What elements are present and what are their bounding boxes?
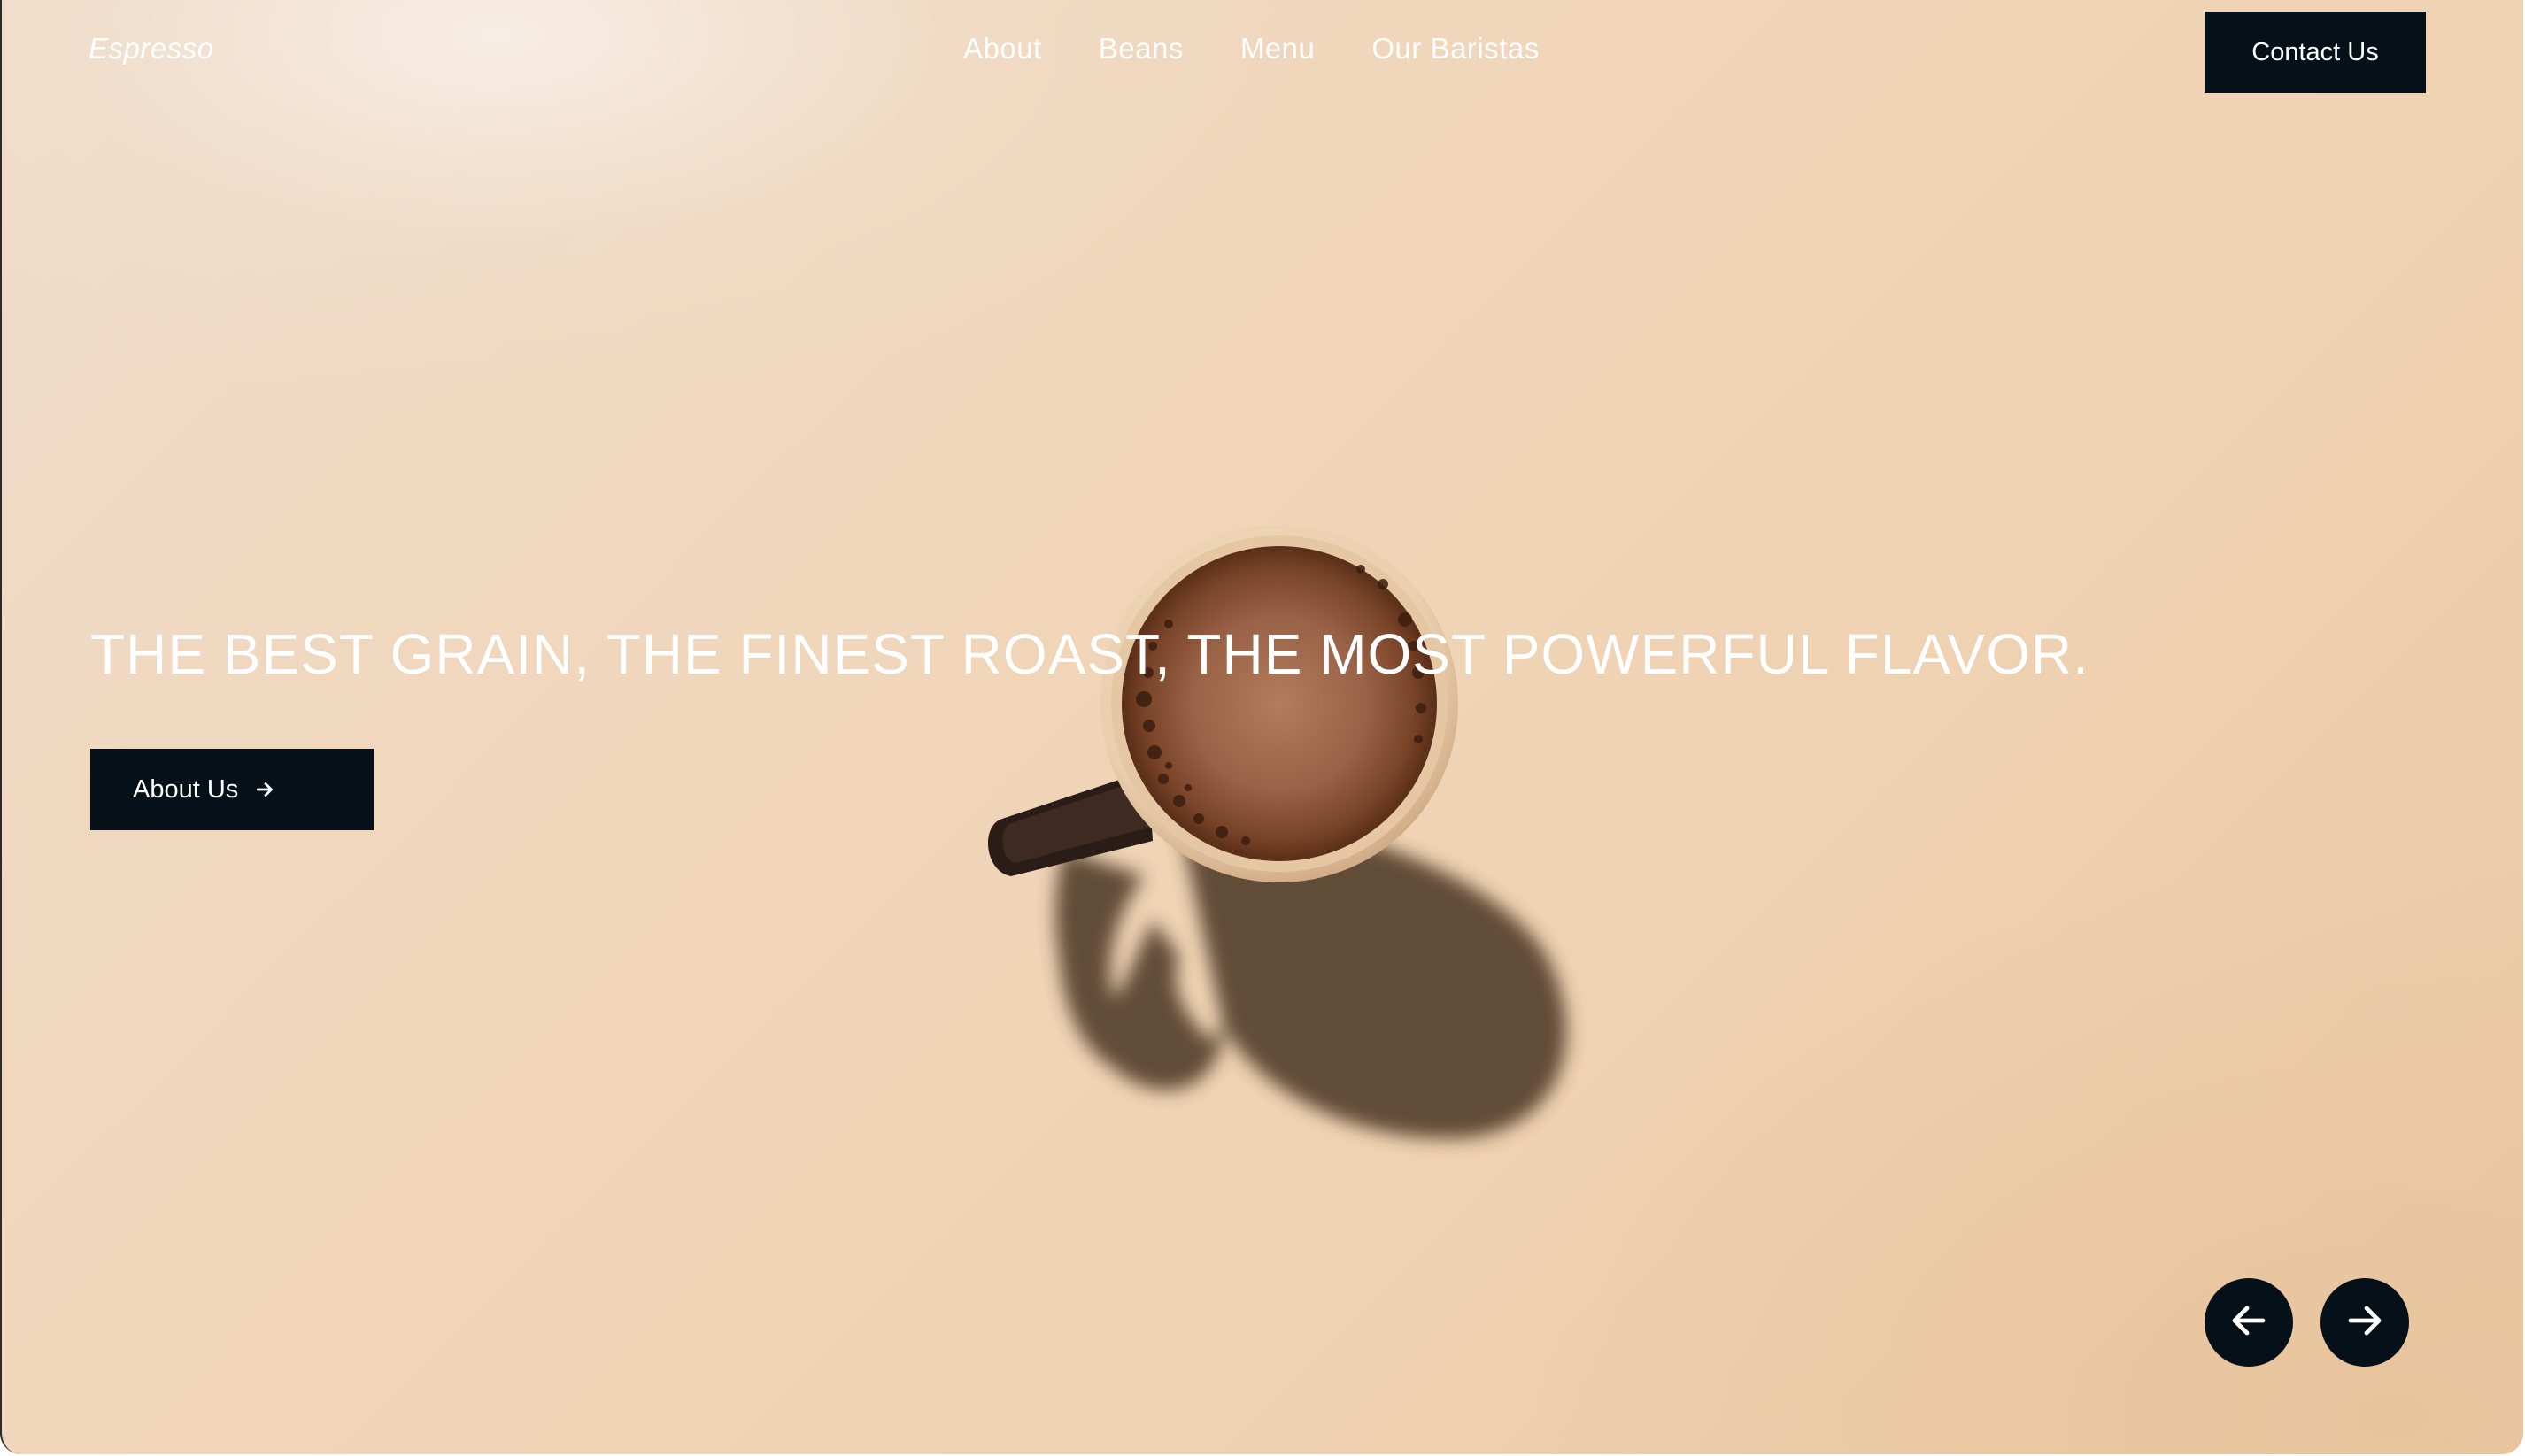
hero-headline: THE BEST GRAIN, THE FINEST ROAST, THE MO… [90,622,2089,686]
about-us-label: About Us [133,774,239,804]
brand-logo[interactable]: Espresso [89,32,214,65]
main-nav: About Beans Menu Our Baristas [963,32,1540,65]
coffee-cup-image [987,525,1567,1139]
contact-us-button[interactable]: Contact Us [2205,12,2426,93]
slider-next-button[interactable] [2320,1278,2409,1367]
nav-item-beans[interactable]: Beans [1099,32,1184,65]
arrow-right-icon [254,778,277,801]
nav-item-about[interactable]: About [963,32,1042,65]
about-us-button[interactable]: About Us [90,749,374,830]
nav-item-menu[interactable]: Menu [1240,32,1316,65]
slider-prev-button[interactable] [2205,1278,2293,1367]
nav-item-our-baristas[interactable]: Our Baristas [1371,32,1539,65]
arrow-left-icon [2228,1299,2270,1346]
hero-section: Espresso About Beans Menu Our Baristas C… [0,0,2523,1454]
arrow-right-icon [2344,1299,2386,1346]
